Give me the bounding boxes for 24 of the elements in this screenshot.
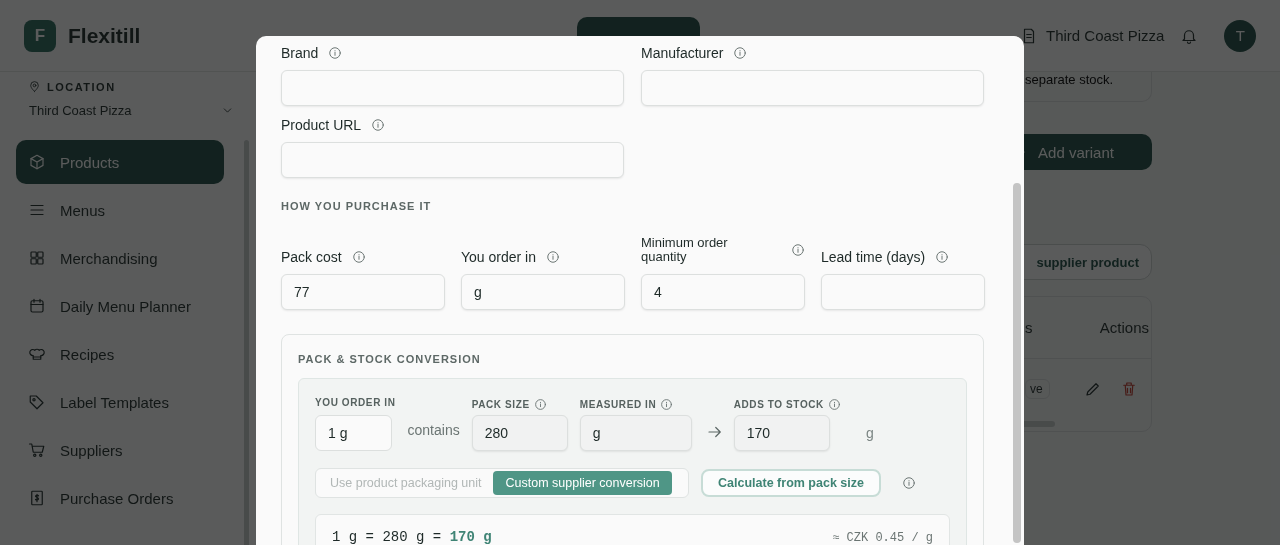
field-label: MEASURED IN [579, 398, 657, 410]
field-label: Manufacturer [641, 45, 724, 61]
unit-cost: ≈ CZK 0.45 / g [832, 530, 933, 545]
column-header: Actions [1099, 319, 1149, 336]
field-label: PACK SIZE [471, 398, 530, 410]
field-label: Minimum order quantity [641, 236, 729, 264]
app-name: Flexitill [68, 23, 141, 48]
logo: F [24, 19, 56, 52]
field-label: Lead time (days) [821, 249, 926, 265]
field-label: You order in [461, 249, 536, 265]
unit-text: g [865, 424, 874, 443]
field-label: Product URL [281, 117, 362, 133]
location-label: LOCATION [47, 80, 116, 93]
section-heading: HOW YOU PURCHASE IT [281, 200, 433, 212]
field-label: YOU ORDER IN [315, 396, 396, 408]
field-label: ADDS TO STOCK [733, 398, 824, 410]
contains-text: contains [407, 421, 460, 440]
section-heading: PACK & STOCK CONVERSION [298, 353, 482, 365]
field-label: Brand [281, 45, 319, 61]
column-header: s [1025, 319, 1033, 336]
conversion-formula: 1 g = 280 g = 170 g [332, 529, 492, 545]
note-text: separate stock. [1025, 72, 1114, 87]
field-label: Pack cost [281, 249, 342, 265]
status-badge: ve [1025, 379, 1050, 399]
